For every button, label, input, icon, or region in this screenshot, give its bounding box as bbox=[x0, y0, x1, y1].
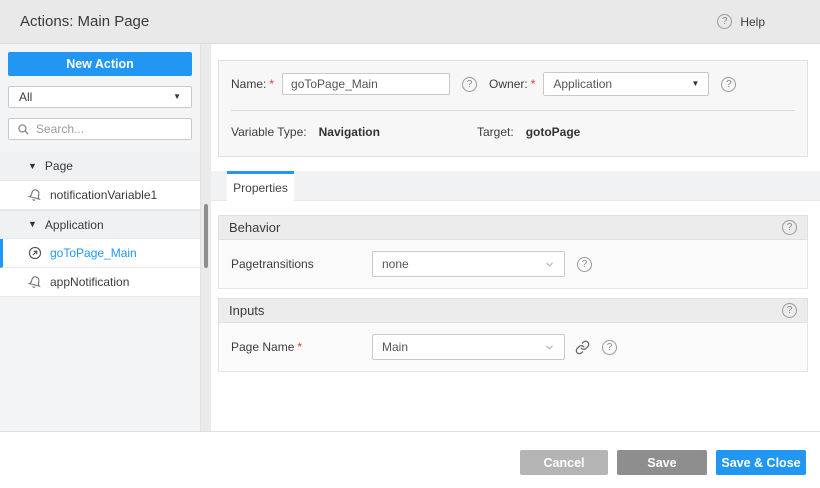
caret-down-icon: ▼ bbox=[691, 79, 700, 88]
search-box[interactable] bbox=[8, 118, 192, 140]
cancel-button[interactable]: Cancel bbox=[520, 450, 608, 475]
required-asterisk: * bbox=[530, 77, 536, 91]
name-input[interactable] bbox=[282, 73, 451, 95]
scrollbar-thumb[interactable] bbox=[204, 204, 208, 268]
bind-link-icon[interactable] bbox=[575, 340, 590, 355]
chevron-down-icon bbox=[544, 342, 555, 353]
name-help-icon[interactable] bbox=[462, 76, 478, 92]
inputs-section-header: Inputs bbox=[218, 298, 808, 323]
behavior-section-header: Behavior bbox=[218, 215, 808, 240]
search-input[interactable] bbox=[36, 122, 191, 136]
tree-group-application[interactable]: ▼ Application bbox=[0, 210, 200, 239]
bell-icon bbox=[27, 188, 42, 202]
help-icon bbox=[717, 14, 733, 29]
required-asterisk: * bbox=[269, 77, 275, 91]
inputs-help-icon[interactable] bbox=[782, 303, 797, 318]
inputs-section-body: Page Name * Main bbox=[218, 323, 808, 372]
filter-dropdown-value: All bbox=[19, 90, 33, 104]
new-action-button[interactable]: New Action bbox=[8, 52, 192, 76]
sidebar-scrollbar[interactable] bbox=[200, 44, 211, 431]
behavior-section: Behavior Pagetransitions none bbox=[218, 215, 808, 289]
collapse-triangle-icon: ▼ bbox=[28, 219, 37, 229]
page-title: Actions: Main Page bbox=[20, 13, 150, 30]
target-label: Target: bbox=[477, 125, 514, 139]
caret-down-icon: ▼ bbox=[173, 92, 181, 101]
inputs-section-title: Inputs bbox=[229, 303, 265, 318]
goto-page-icon bbox=[28, 246, 42, 260]
inputs-section: Inputs Page Name* Main bbox=[218, 298, 808, 372]
pagetransitions-label: Pagetransitions bbox=[231, 257, 314, 271]
page-name-dropdown-value: Main bbox=[382, 340, 409, 354]
action-summary-panel: Name:* Owner:* Application ▼ Variable Ty… bbox=[218, 60, 808, 157]
tree-item-appnotification[interactable]: appNotification bbox=[0, 268, 200, 297]
help-button[interactable]: Help bbox=[717, 14, 765, 29]
filter-dropdown[interactable]: All ▼ bbox=[8, 86, 192, 108]
page-name-label: Page Name * bbox=[231, 340, 303, 354]
required-asterisk: * bbox=[297, 340, 303, 354]
tree-group-page[interactable]: ▼ Page bbox=[0, 152, 200, 181]
behavior-section-title: Behavior bbox=[229, 220, 281, 235]
variable-type-value: Navigation bbox=[318, 125, 380, 139]
title-bar: Actions: Main Page Help bbox=[0, 0, 820, 44]
action-detail-panel: Name:* Owner:* Application ▼ Variable Ty… bbox=[211, 44, 820, 431]
tree-item-gotopage-main[interactable]: goToPage_Main bbox=[0, 239, 200, 268]
behavior-section-body: Pagetransitions none bbox=[218, 240, 808, 289]
footer-bar: Cancel Save Save & Close bbox=[0, 431, 820, 488]
pagetransitions-dropdown-value: none bbox=[382, 257, 409, 271]
bell-icon bbox=[27, 275, 42, 289]
target-value: gotoPage bbox=[525, 125, 581, 139]
owner-help-icon[interactable] bbox=[721, 76, 737, 92]
actions-sidebar: New Action All ▼ ▼ Page notificationVari… bbox=[0, 44, 200, 431]
actions-tree: ▼ Page notificationVariable1 ▼ Applicati… bbox=[0, 152, 200, 297]
pagetransitions-help-icon[interactable] bbox=[577, 256, 592, 272]
chevron-down-icon bbox=[544, 259, 555, 270]
behavior-help-icon[interactable] bbox=[782, 220, 797, 235]
save-and-close-button[interactable]: Save & Close bbox=[716, 450, 806, 475]
name-label: Name: * bbox=[231, 77, 275, 91]
tab-bar: Properties bbox=[211, 171, 820, 201]
owner-dropdown[interactable]: Application ▼ bbox=[543, 72, 710, 96]
save-button[interactable]: Save bbox=[617, 450, 707, 475]
search-icon bbox=[17, 123, 30, 136]
page-name-dropdown[interactable]: Main bbox=[372, 334, 565, 360]
owner-dropdown-value: Application bbox=[553, 77, 613, 91]
collapse-triangle-icon: ▼ bbox=[28, 160, 37, 171]
variable-type-label: Variable Type: bbox=[231, 125, 307, 139]
help-label: Help bbox=[740, 14, 765, 29]
tree-item-notificationvariable1[interactable]: notificationVariable1 bbox=[0, 181, 200, 210]
page-name-help-icon[interactable] bbox=[602, 339, 617, 355]
tab-properties[interactable]: Properties bbox=[227, 171, 294, 201]
pagetransitions-dropdown[interactable]: none bbox=[372, 251, 565, 277]
owner-label: Owner: * bbox=[489, 77, 536, 91]
